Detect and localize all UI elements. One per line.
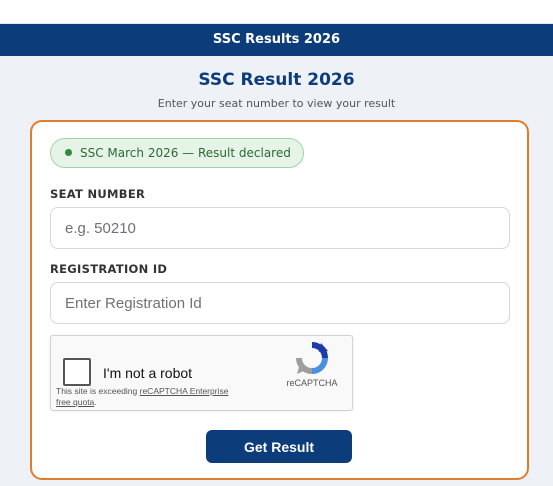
registration-id-label: REGISTRATION ID	[50, 262, 168, 276]
top-strip	[0, 0, 553, 24]
page-title: SSC Result 2026	[198, 70, 355, 90]
recaptcha-checkbox[interactable]	[63, 358, 91, 386]
registration-id-input[interactable]	[50, 282, 510, 324]
seat-number-input[interactable]	[50, 207, 510, 249]
page-subtitle: Enter your seat number to view your resu…	[157, 97, 396, 110]
status-dot-icon	[65, 149, 72, 156]
recaptcha-notice-prefix: This site is exceeding	[56, 386, 140, 396]
recaptcha-widget: I'm not a robot This site is exceeding r…	[50, 335, 353, 411]
result-form-card: SSC March 2026 — Result declared SEAT NU…	[30, 120, 529, 480]
recaptcha-notice-suffix: .	[94, 397, 97, 407]
header-banner: SSC Results 2026	[0, 24, 553, 56]
recaptcha-logo-icon	[296, 342, 328, 374]
recaptcha-quota-notice: This site is exceeding reCAPTCHA Enterpr…	[56, 386, 236, 408]
status-badge: SSC March 2026 — Result declared	[50, 138, 304, 168]
seat-number-label: SEAT NUMBER	[50, 187, 146, 201]
recaptcha-brand-label: reCAPTCHA	[286, 378, 338, 388]
status-badge-text: SSC March 2026 — Result declared	[80, 146, 291, 160]
recaptcha-checkbox-label: I'm not a robot	[103, 365, 193, 381]
get-result-button[interactable]: Get Result	[206, 430, 352, 463]
